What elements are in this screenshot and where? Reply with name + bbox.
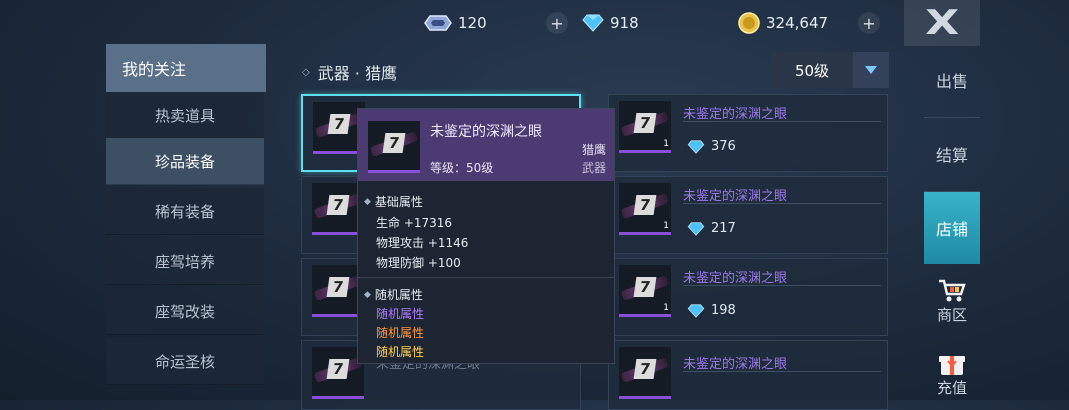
item-thumbnail: 71 xyxy=(619,101,671,153)
ticket-icon xyxy=(424,15,452,31)
category-header[interactable]: 我的关注 xyxy=(106,44,266,92)
stat-physical-attack: 物理攻击 +1146 xyxy=(376,236,469,250)
random-stat: 随机属性 xyxy=(376,326,425,340)
item-thumbnail: 71 xyxy=(619,183,671,235)
tooltip-level: 等级：50级 xyxy=(430,161,494,175)
breadcrumb: ◇ 武器 · 猎鹰 xyxy=(302,60,397,84)
diamond-bullet-icon: ◇ xyxy=(302,66,310,78)
add-gold-button[interactable]: + xyxy=(858,12,880,34)
category-fate-core[interactable]: 命运圣核 xyxy=(106,338,264,385)
category-hot-items[interactable]: 热卖道具 xyxy=(106,92,264,139)
nav-settle[interactable]: 结算 xyxy=(924,118,980,190)
diamond-currency: 918 xyxy=(582,10,639,36)
item-price: 376 xyxy=(687,139,736,154)
random-stat: 随机属性 xyxy=(376,345,425,359)
add-diamonds-button[interactable]: + xyxy=(546,12,568,34)
currency-bar: 120 + 918 324,647 + xyxy=(380,0,900,46)
nav-market[interactable]: 商区 xyxy=(924,270,980,332)
gold-coin-icon xyxy=(738,12,760,34)
nav-shop[interactable]: 店铺 xyxy=(924,192,980,264)
random-stats-header: ◆ 随机属性 xyxy=(364,288,423,302)
item-name: 未鉴定的深渊之眼 xyxy=(683,107,788,122)
diamond-count: 918 xyxy=(610,14,639,32)
item-price: 217 xyxy=(687,221,736,236)
item-name: 未鉴定的深渊之眼 xyxy=(683,271,788,286)
nav-recharge[interactable]: 充值 xyxy=(924,344,980,404)
ticket-count: 120 xyxy=(458,14,487,32)
tooltip-header: 7 未鉴定的深渊之眼 猎鹰 等级：50级 武器 xyxy=(358,109,614,181)
item-thumbnail: 71 xyxy=(619,265,671,317)
gold-count: 324,647 xyxy=(766,14,829,32)
cart-icon xyxy=(939,279,966,301)
item-card[interactable]: 71 未鉴定的深渊之眼 376 xyxy=(608,94,888,172)
category-uncommon-gear[interactable]: 稀有装备 xyxy=(106,188,264,235)
level-select[interactable]: 50级 xyxy=(771,52,889,88)
category-rare-gear[interactable]: 珍品装备 xyxy=(106,138,264,185)
category-mount-training[interactable]: 座驾培养 xyxy=(106,238,264,285)
diamond-bullet-icon: ◆ xyxy=(364,196,371,207)
diamond-icon xyxy=(687,139,705,154)
tooltip-title: 未鉴定的深渊之眼 xyxy=(430,124,542,140)
category-panel: 我的关注 热卖道具 珍品装备 稀有装备 座驾培养 座驾改装 命运圣核 xyxy=(106,44,266,400)
diamond-bullet-icon: ◆ xyxy=(364,289,371,300)
item-thumbnail: 7 xyxy=(619,347,671,399)
item-name: 未鉴定的深渊之眼 xyxy=(683,189,788,204)
diamond-icon xyxy=(582,14,604,32)
diamond-icon xyxy=(687,303,705,318)
tooltip-item-thumbnail: 7 xyxy=(368,121,420,173)
category-mount-mod[interactable]: 座驾改装 xyxy=(106,288,264,335)
random-stat: 随机属性 xyxy=(376,307,425,321)
tooltip-type: 猎鹰 xyxy=(581,143,606,157)
close-button[interactable]: X xyxy=(904,0,980,46)
base-stats-header: ◆ 基础属性 xyxy=(364,195,423,209)
item-name: 未鉴定的深渊之眼 xyxy=(683,357,788,372)
tooltip-category: 武器 xyxy=(581,161,606,175)
level-select-value: 50级 xyxy=(794,61,830,80)
item-card[interactable]: 71 未鉴定的深渊之眼 198 xyxy=(608,258,888,336)
nav-sell[interactable]: 出售 xyxy=(924,44,980,116)
gold-currency: 324,647 xyxy=(738,10,828,36)
item-price: 198 xyxy=(687,303,736,318)
breadcrumb-text: 武器 · 猎鹰 xyxy=(317,64,397,83)
stat-hp: 生命 +17316 xyxy=(376,216,453,230)
item-tooltip: 7 未鉴定的深渊之眼 猎鹰 等级：50级 武器 ◆ 基础属性 生命 +17316… xyxy=(357,108,615,364)
gift-box-icon xyxy=(939,355,965,375)
ticket-currency: 120 xyxy=(424,10,487,36)
close-icon: X xyxy=(924,3,960,43)
diamond-icon xyxy=(687,221,705,236)
right-nav: 出售 结算 店铺 商区 充值 xyxy=(924,44,980,400)
stat-physical-defense: 物理防御 +100 xyxy=(376,256,461,270)
chevron-down-icon[interactable] xyxy=(853,52,889,88)
item-card[interactable]: 71 未鉴定的深渊之眼 217 xyxy=(608,176,888,254)
